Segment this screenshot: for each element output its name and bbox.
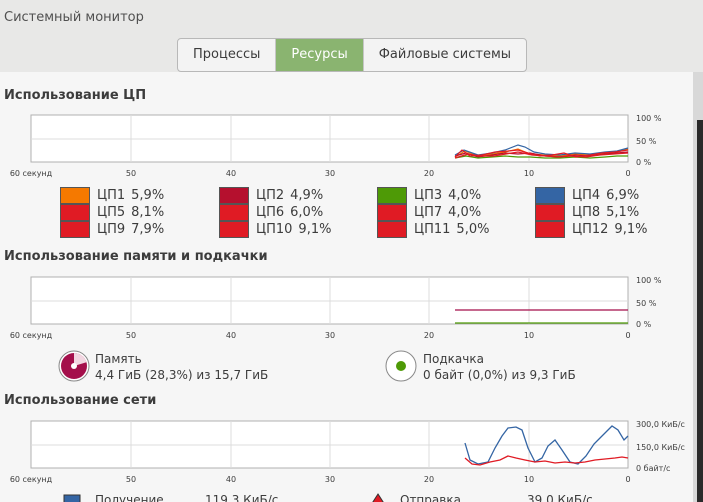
memory-x-tick-20: 20 xyxy=(424,331,434,340)
cpu-legend-item[interactable]: ЦП6 6,0% xyxy=(219,204,323,221)
network-x-tick-0: 0 xyxy=(625,475,630,484)
swap-info: Подкачка 0 байт (0,0%) из 9,3 ГиБ xyxy=(423,351,576,383)
network-x-tick-40: 40 xyxy=(226,475,236,484)
cpu7-color-swatch[interactable] xyxy=(377,204,407,221)
cpu-legend-item[interactable]: ЦП7 4,0% xyxy=(377,204,481,221)
network-graph: 300,0 КиБ/с 150,0 КиБ/с 0 байт/с 60 секу… xyxy=(10,420,685,484)
memory-x-tick-60: 60 секунд xyxy=(10,331,53,340)
cpu-x-tick-10: 10 xyxy=(524,169,534,178)
cpu11-color-swatch[interactable] xyxy=(377,221,407,238)
memory-value: 4,4 ГиБ (28,3%) из 15,7 ГиБ xyxy=(95,368,269,382)
cpu-legend-item[interactable]: ЦП11 5,0% xyxy=(377,221,489,238)
cpu12-color-swatch[interactable] xyxy=(535,221,565,238)
send-icon[interactable] xyxy=(368,493,388,502)
memory-graph: 100 % 50 % 0 % 60 секунд 50 40 30 20 10 … xyxy=(10,276,662,340)
window-title: Системный монитор xyxy=(4,10,144,25)
network-x-tick-20: 20 xyxy=(424,475,434,484)
swap-pie-icon[interactable] xyxy=(384,349,418,383)
cpu6-color-swatch[interactable] xyxy=(219,204,249,221)
memory-y-tick-100: 100 % xyxy=(636,276,662,285)
cpu-x-tick-0: 0 xyxy=(625,169,630,178)
memory-x-tick-0: 0 xyxy=(625,331,630,340)
cpu-legend-item[interactable]: ЦП3 4,0% xyxy=(377,187,481,204)
memory-pie-icon[interactable] xyxy=(57,349,91,383)
cpu8-color-swatch[interactable] xyxy=(535,204,565,221)
memory-x-tick-30: 30 xyxy=(325,331,335,340)
cpu-legend-item[interactable]: ЦП4 6,9% xyxy=(535,187,639,204)
cpu-x-tick-50: 50 xyxy=(126,169,136,178)
cpu-legend-item[interactable]: ЦП1 5,9% xyxy=(60,187,164,204)
network-y-tick-max: 300,0 КиБ/с xyxy=(636,420,685,429)
resources-panel: Использование ЦП 100 % 50 % 0 % 60 секун… xyxy=(0,72,693,502)
network-x-tick-30: 30 xyxy=(325,475,335,484)
network-receive-value: 119,3 КиБ/с xyxy=(205,493,279,502)
network-x-tick-10: 10 xyxy=(524,475,534,484)
cpu4-color-swatch[interactable] xyxy=(535,187,565,204)
swap-label: Подкачка xyxy=(423,352,484,366)
memory-label: Память xyxy=(95,352,142,366)
cpu9-color-swatch[interactable] xyxy=(60,221,90,238)
network-send-label: Отправка xyxy=(400,493,461,502)
cpu-graph: 100 % 50 % 0 % 60 секунд 50 40 30 20 10 … xyxy=(10,114,662,178)
network-send-value: 39,0 КиБ/с xyxy=(527,493,593,502)
tab-bar: Процессы Ресурсы Файловые системы xyxy=(177,38,528,72)
memory-info: Память 4,4 ГиБ (28,3%) из 15,7 ГиБ xyxy=(95,351,268,383)
cpu-y-tick-100: 100 % xyxy=(636,114,662,123)
cpu-legend-item[interactable]: ЦП8 5,1% xyxy=(535,204,639,221)
cpu-legend-item[interactable]: ЦП2 4,9% xyxy=(219,187,323,204)
cpu-x-tick-60: 60 секунд xyxy=(10,169,53,178)
tab-file-systems[interactable]: Файловые системы xyxy=(364,39,526,71)
memory-x-tick-40: 40 xyxy=(226,331,236,340)
cpu-x-tick-20: 20 xyxy=(424,169,434,178)
memory-y-tick-0: 0 % xyxy=(636,320,652,329)
cpu-section-title: Использование ЦП xyxy=(4,88,147,103)
cpu-legend-item[interactable]: ЦП9 7,9% xyxy=(60,221,164,238)
cpu3-color-swatch[interactable] xyxy=(377,187,407,204)
tab-processes[interactable]: Процессы xyxy=(178,39,277,71)
cpu-legend-item[interactable]: ЦП12 9,1% xyxy=(535,221,647,238)
network-x-tick-60: 60 секунд xyxy=(10,475,53,484)
cpu2-color-swatch[interactable] xyxy=(219,187,249,204)
network-y-tick-0: 0 байт/с xyxy=(636,464,670,473)
memory-x-tick-10: 10 xyxy=(524,331,534,340)
cpu5-color-swatch[interactable] xyxy=(60,204,90,221)
cpu-x-tick-40: 40 xyxy=(226,169,236,178)
cpu-x-tick-30: 30 xyxy=(325,169,335,178)
receive-icon[interactable] xyxy=(63,494,81,502)
network-x-tick-50: 50 xyxy=(126,475,136,484)
window-edge xyxy=(697,120,703,502)
network-receive-label: Получение xyxy=(95,493,164,502)
memory-y-tick-50: 50 % xyxy=(636,299,657,308)
cpu-y-tick-0: 0 % xyxy=(636,158,652,167)
cpu-legend-item[interactable]: ЦП10 9,1% xyxy=(219,221,331,238)
cpu-y-tick-50: 50 % xyxy=(636,137,657,146)
memory-x-tick-50: 50 xyxy=(126,331,136,340)
cpu-legend-item[interactable]: ЦП5 8,1% xyxy=(60,204,164,221)
title-bar: Системный монитор Процессы Ресурсы Файло… xyxy=(0,0,703,72)
swap-value: 0 байт (0,0%) из 9,3 ГиБ xyxy=(423,368,576,382)
cpu1-color-swatch[interactable] xyxy=(60,187,90,204)
network-section-title: Использование сети xyxy=(4,393,157,408)
cpu10-color-swatch[interactable] xyxy=(219,221,249,238)
memory-section-title: Использование памяти и подкачки xyxy=(4,249,268,264)
tab-resources[interactable]: Ресурсы xyxy=(276,39,364,71)
network-y-tick-mid: 150,0 КиБ/с xyxy=(636,443,685,452)
